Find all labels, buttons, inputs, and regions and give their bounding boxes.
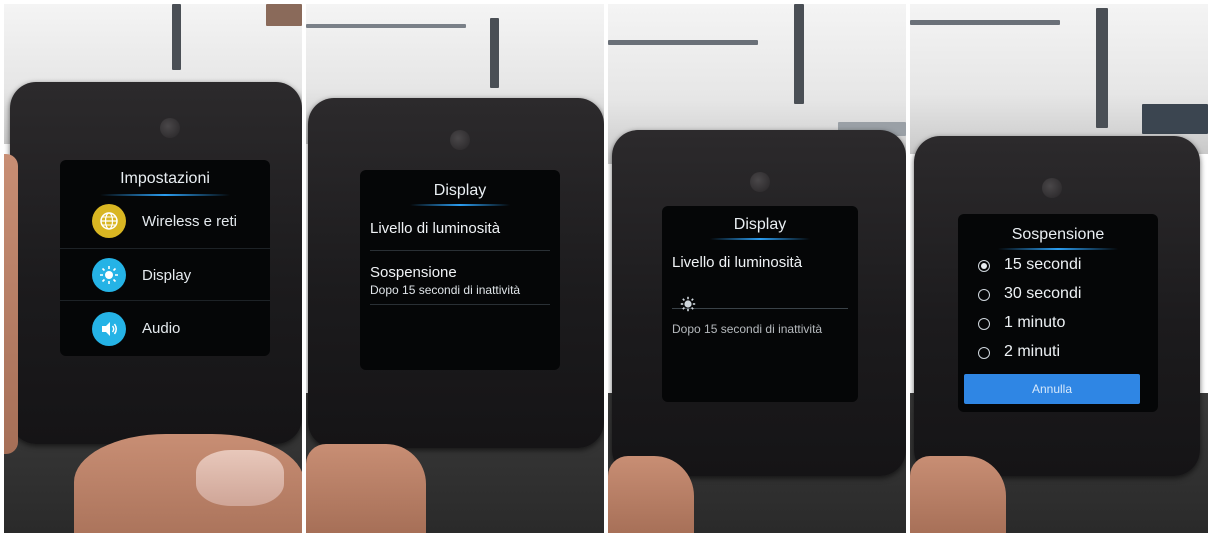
photo-panel-2: Display Livello di luminosità Sospension… [306,4,604,533]
title-underline [998,248,1118,250]
option-label: 2 minuti [1004,343,1061,360]
background-object [306,24,466,28]
speaker-icon [92,312,126,346]
setting-sleep-value: Dopo 15 secondi di inattività [672,322,823,336]
brightness-icon [678,294,698,314]
smartwatch: Impostazioni Wireless e reti Display Aud… [10,82,302,444]
hand [608,456,694,533]
option-label: 30 secondi [1004,285,1082,302]
radio-button[interactable] [978,347,990,359]
screen-title: Impostazioni [120,170,210,187]
cancel-button[interactable]: Annulla [964,374,1140,404]
background-object [490,18,499,88]
background-object [794,4,804,104]
background-object [266,4,302,26]
camera-lens [750,172,770,192]
thumbnail [196,450,284,506]
setting-sleep[interactable]: Sospensione [370,264,457,281]
camera-lens [1042,178,1062,198]
radio-button[interactable] [978,318,990,330]
menu-item-audio[interactable]: Audio [60,302,270,352]
watch-screen: Display Livello di luminosità Dopo 15 se… [662,206,858,402]
radio-button-selected[interactable] [978,260,990,272]
watch-screen: Impostazioni Wireless e reti Display Aud… [60,160,270,356]
screen-title: Display [433,182,487,199]
setting-brightness-level[interactable]: Livello di luminosità [370,220,500,237]
brightness-icon [92,258,126,292]
option-label: 1 minuto [1004,314,1066,331]
photo-panel-3: Display Livello di luminosità Dopo 15 se… [608,4,906,533]
divider [370,250,550,251]
photo-panel-4: Sospensione 15 secondi 30 secondi 1 minu… [910,4,1208,533]
watch-screen: Display Livello di luminosità Sospension… [360,170,560,370]
background-object [608,40,758,45]
background-object [1142,104,1208,134]
photo-panel-1: Impostazioni Wireless e reti Display Aud… [4,4,302,533]
hand [4,154,18,454]
smartwatch: Display Livello di luminosità Sospension… [308,98,604,448]
menu-item-label: Audio [142,320,181,337]
title-underline [710,238,810,240]
background-object [910,20,1060,25]
hand [306,444,426,533]
menu-item-display[interactable]: Display [60,250,270,301]
background-object [1096,8,1108,128]
camera-lens [160,118,180,138]
brightness-slider-track[interactable] [672,308,848,309]
menu-item-label: Display [142,267,192,284]
background-object [172,4,181,70]
setting-sleep-value: Dopo 15 secondi di inattività [370,283,521,297]
setting-brightness-level[interactable]: Livello di luminosità [672,254,802,271]
globe-icon [92,204,126,238]
smartwatch: Display Livello di luminosità Dopo 15 se… [612,130,906,476]
camera-lens [450,130,470,150]
title-underline [100,194,230,196]
menu-item-label: Wireless e reti [142,213,238,230]
radio-button[interactable] [978,289,990,301]
title-underline [410,204,510,206]
menu-item-wireless[interactable]: Wireless e reti [60,198,270,249]
dialog-title: Sospensione [1011,226,1105,243]
divider [370,304,550,305]
hand [910,456,1006,533]
screen-title: Display [733,216,787,233]
option-label: 15 secondi [1004,256,1082,273]
smartwatch: Sospensione 15 secondi 30 secondi 1 minu… [914,136,1200,476]
